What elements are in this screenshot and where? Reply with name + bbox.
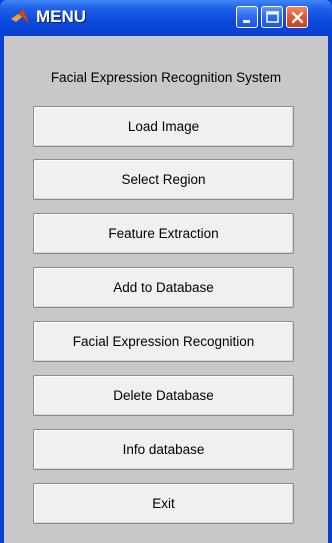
delete-database-button[interactable]: Delete Database bbox=[33, 375, 294, 416]
menu-panel: Facial Expression Recognition System Loa… bbox=[4, 36, 328, 543]
maximize-button[interactable] bbox=[261, 6, 283, 28]
feature-extraction-button[interactable]: Feature Extraction bbox=[33, 213, 294, 254]
panel-heading: Facial Expression Recognition System bbox=[50, 70, 282, 85]
facial-expression-recognition-button[interactable]: Facial Expression Recognition bbox=[33, 321, 294, 362]
title-bar[interactable]: MENU bbox=[0, 0, 332, 36]
menu-window: MENU Facial Expression Recognition Syste… bbox=[0, 0, 332, 543]
exit-button[interactable]: Exit bbox=[33, 483, 294, 524]
close-button[interactable] bbox=[286, 6, 308, 28]
window-title: MENU bbox=[36, 7, 87, 26]
info-database-button[interactable]: Info database bbox=[33, 429, 294, 470]
load-image-button[interactable]: Load Image bbox=[33, 106, 294, 147]
matlab-logo-icon bbox=[10, 8, 30, 26]
add-to-database-button[interactable]: Add to Database bbox=[33, 267, 294, 308]
minimize-button[interactable] bbox=[236, 6, 258, 28]
select-region-button[interactable]: Select Region bbox=[33, 159, 294, 200]
